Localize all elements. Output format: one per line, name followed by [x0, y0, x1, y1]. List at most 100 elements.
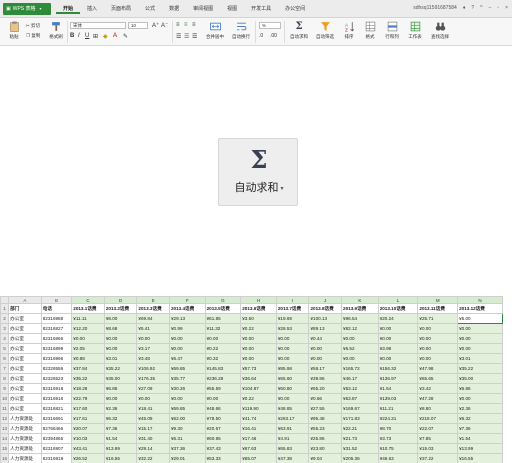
fee-cell[interactable]: ¥46.17	[341, 373, 379, 384]
department-cell[interactable]: 人力资源处	[8, 413, 42, 424]
font-color-icon[interactable]: A	[113, 33, 117, 39]
fee-cell[interactable]: ¥171.83	[341, 413, 379, 424]
fee-cell[interactable]: ¥119.90	[240, 403, 277, 414]
tab-7[interactable]: 开发工具	[244, 4, 278, 14]
fee-cell[interactable]: ¥2.36	[103, 403, 138, 414]
column-header[interactable]: H	[240, 296, 277, 304]
tab-2[interactable]: 页面布局	[104, 4, 138, 14]
header-cell[interactable]: 部门	[8, 303, 42, 314]
align-top-icon[interactable]: ≡	[176, 22, 180, 28]
fee-cell[interactable]: ¥6.32	[103, 413, 138, 424]
fee-cell[interactable]: ¥11.11	[71, 313, 105, 324]
fee-cell[interactable]: ¥27.55	[308, 403, 343, 414]
phone-cell[interactable]: 82316827	[40, 323, 73, 334]
phone-cell[interactable]: 82394865	[40, 433, 73, 444]
fee-cell[interactable]: ¥17.46	[240, 433, 277, 444]
fee-cell[interactable]: ¥65.20	[308, 383, 343, 394]
fee-cell[interactable]: ¥28.53	[275, 323, 310, 334]
department-cell[interactable]: 人力资源处	[8, 433, 42, 444]
row-header[interactable]: 6	[0, 353, 10, 364]
fee-cell[interactable]: ¥22.21	[341, 423, 379, 434]
fee-cell[interactable]: ¥218.07	[417, 413, 459, 424]
phone-cell[interactable]: 82326523	[40, 373, 73, 384]
department-cell[interactable]: 办公室	[8, 383, 42, 394]
column-header[interactable]: K	[341, 296, 379, 304]
department-cell[interactable]: 人力资源处	[8, 453, 42, 463]
phone-cell[interactable]: 82316996	[40, 353, 73, 364]
fee-cell[interactable]: ¥0.00	[169, 333, 206, 344]
format-painter-button[interactable]: 格式刷	[44, 21, 68, 45]
header-cell[interactable]: 2013.1话费	[71, 303, 105, 314]
column-header[interactable]: I	[275, 296, 310, 304]
department-cell[interactable]: 办公室	[8, 313, 42, 324]
header-cell[interactable]: 2013.6话费	[240, 303, 277, 314]
department-cell[interactable]: 办公室	[8, 393, 42, 404]
fee-cell[interactable]: ¥0.44	[308, 333, 343, 344]
font-size-select[interactable]: 10	[128, 22, 148, 29]
fee-cell[interactable]: ¥12.20	[71, 323, 105, 334]
department-cell[interactable]: 办公室	[8, 403, 42, 414]
increase-font-icon[interactable]: A⁺	[152, 22, 159, 29]
merge-center-button[interactable]: 合并居中	[203, 21, 227, 45]
fee-cell[interactable]: ¥8.68	[103, 323, 138, 334]
header-cell[interactable]: 2013.7话费	[275, 303, 310, 314]
fee-cell[interactable]: ¥0.00	[275, 343, 310, 354]
align-center-icon[interactable]: ☰	[184, 33, 189, 40]
fee-cell[interactable]: ¥35.22	[103, 363, 138, 374]
fee-cell[interactable]: ¥145.83	[204, 363, 242, 374]
row-header[interactable]: 4	[0, 333, 10, 344]
tab-1[interactable]: 插入	[80, 4, 104, 14]
fee-cell[interactable]: ¥31.40	[136, 433, 170, 444]
fee-cell[interactable]: ¥6.00	[457, 313, 503, 324]
department-cell[interactable]: 办公室	[8, 373, 42, 384]
fee-cell[interactable]: ¥0.00	[103, 393, 138, 404]
fee-cell[interactable]: ¥35.22	[71, 373, 105, 384]
fee-cell[interactable]: ¥6.52	[341, 343, 379, 354]
fee-cell[interactable]: ¥136.97	[377, 373, 419, 384]
autosum-button-zoomed[interactable]: Σ 自动求和 ▾	[218, 138, 298, 206]
fee-cell[interactable]: ¥224.31	[377, 413, 419, 424]
fee-cell[interactable]: ¥1.54	[457, 433, 503, 444]
row-header[interactable]: 14	[0, 433, 10, 444]
tab-5[interactable]: 审阅视图	[186, 4, 220, 14]
tab-6[interactable]: 视图	[220, 4, 244, 14]
fee-cell[interactable]: ¥23.80	[308, 443, 343, 454]
align-right-icon[interactable]: ☰	[192, 33, 197, 40]
fee-cell[interactable]: ¥0.00	[240, 333, 277, 344]
fee-cell[interactable]: ¥0.32	[204, 353, 242, 364]
clear-format-icon[interactable]: ✎	[123, 33, 128, 40]
fee-cell[interactable]: ¥7.36	[103, 423, 138, 434]
fee-cell[interactable]: ¥8.70	[377, 423, 419, 434]
fee-cell[interactable]: ¥65.65	[417, 373, 459, 384]
fee-cell[interactable]: ¥2.05	[71, 343, 105, 354]
department-cell[interactable]: 办公室	[8, 323, 42, 334]
app-menu-button[interactable]: ▣ WPS 表格 ▾	[3, 3, 51, 15]
fee-cell[interactable]: ¥18.28	[71, 383, 105, 394]
fee-cell[interactable]: ¥31.52	[341, 443, 379, 454]
autofilter-button[interactable]: 自动筛选	[313, 21, 337, 45]
fee-cell[interactable]: ¥0.00	[341, 333, 379, 344]
header-cell[interactable]: 2013.9话费	[341, 303, 379, 314]
fee-cell[interactable]: ¥0.22	[240, 393, 277, 404]
fee-cell[interactable]: ¥0.00	[308, 353, 343, 364]
close-icon[interactable]: ×	[505, 5, 508, 11]
data-table[interactable]: A B C D E F G H I J K L M N 1 部门 电话 2013.1话费 2013.2话费 2013.…	[0, 296, 503, 463]
fee-cell[interactable]: ¥20.67	[204, 423, 242, 434]
fee-cell[interactable]: ¥106.92	[136, 363, 170, 374]
row-header[interactable]: 3	[0, 323, 10, 334]
fee-cell[interactable]: ¥0.00	[457, 333, 503, 344]
fee-cell[interactable]: ¥0.22	[204, 343, 242, 354]
fee-cell[interactable]: ¥65.60	[275, 373, 310, 384]
row-header[interactable]: 12	[0, 413, 10, 424]
header-cell[interactable]: 2013.8话费	[308, 303, 343, 314]
column-header[interactable]: E	[136, 296, 170, 304]
corner-select-all[interactable]	[0, 296, 10, 304]
fee-cell[interactable]: ¥0.00	[275, 353, 310, 364]
fee-cell[interactable]: ¥3.50	[240, 313, 277, 324]
wrap-text-button[interactable]: 自动换行	[229, 21, 253, 45]
fee-cell[interactable]: ¥22.07	[417, 423, 459, 434]
fee-cell[interactable]: ¥53.12	[341, 383, 379, 394]
fee-cell[interactable]: ¥0.88	[71, 353, 105, 364]
fee-cell[interactable]: ¥96.54	[341, 313, 379, 324]
help-icon[interactable]: ?	[471, 5, 474, 11]
